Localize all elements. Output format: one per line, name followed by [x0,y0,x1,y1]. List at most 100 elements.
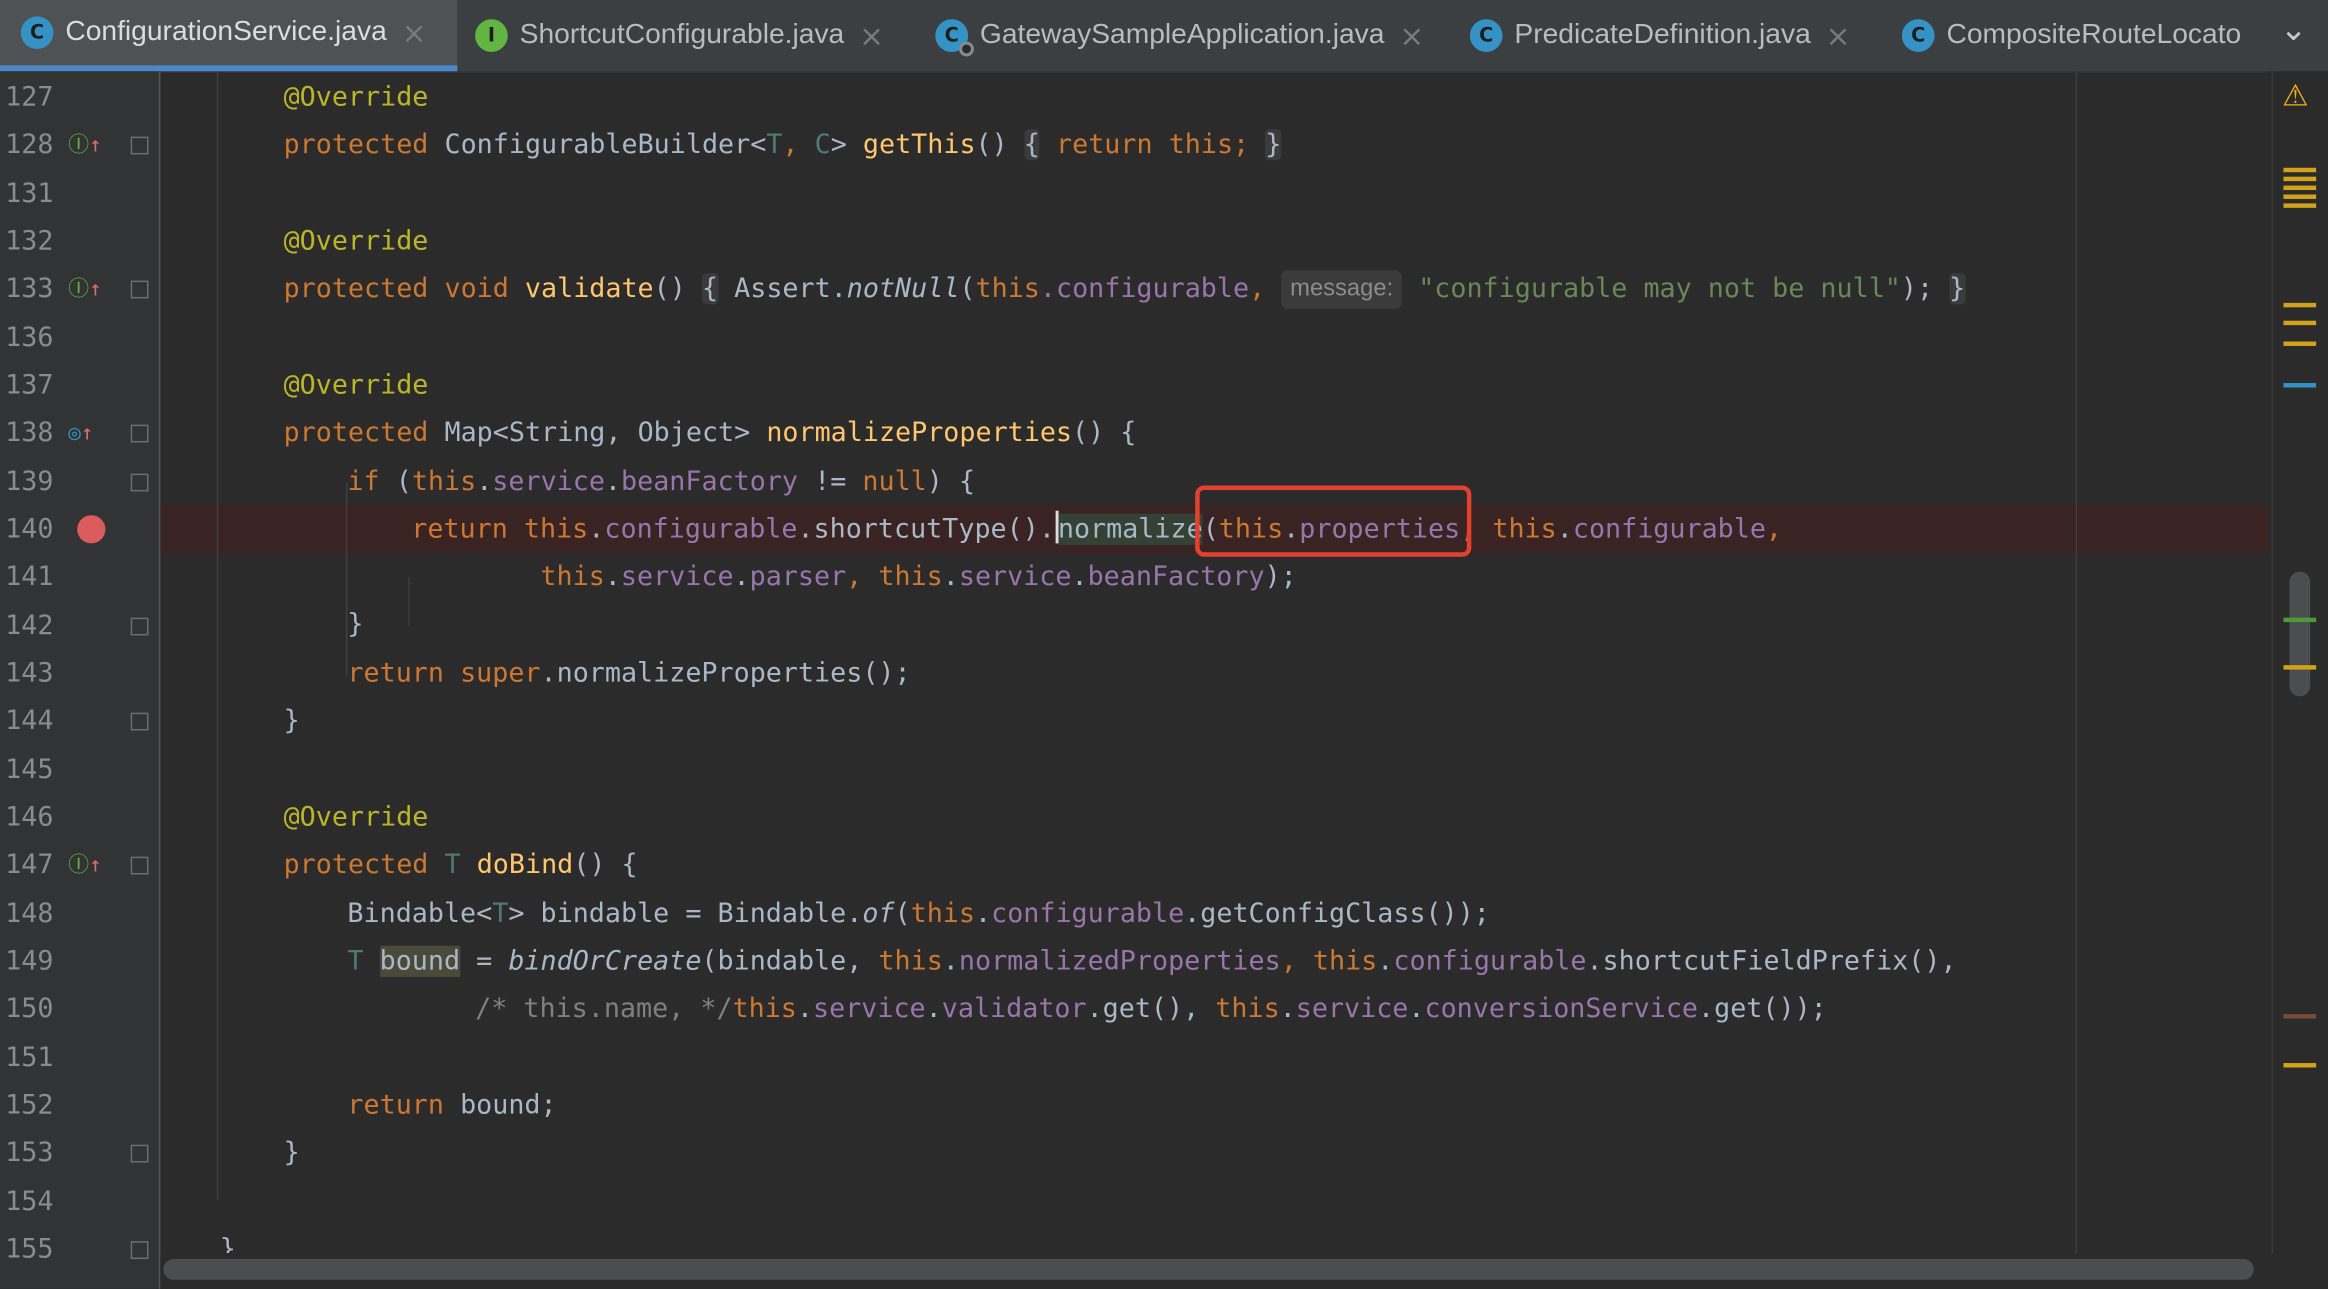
code-line-147[interactable]: protected T doBind() { [284,842,638,890]
line-number: 142 [5,610,54,642]
close-tab-icon[interactable]: × [1826,18,1851,54]
fold-end-icon[interactable] [130,617,149,636]
parameter-hint: message: [1281,270,1403,309]
code-line-155[interactable]: } [220,1226,236,1253]
code-editor[interactable]: @Override protected ConfigurableBuilder<… [160,71,2269,1254]
overrides-method-icon[interactable]: Ⓘ↑ [68,122,101,170]
warning-mark[interactable] [2283,320,2317,326]
line-number: 131 [5,178,54,210]
warning-mark[interactable] [2283,1063,2317,1068]
code-line-150[interactable]: /* this.name, */this.service.validator.g… [475,986,1827,1034]
line-number: 139 [5,466,54,498]
fold-expand-icon[interactable] [130,280,149,299]
fold-end-icon[interactable] [130,1144,149,1163]
fold-end-icon[interactable] [130,712,149,731]
indent-guide [408,577,410,626]
line-number: 140 [5,513,54,545]
line-number: 127 [5,81,54,113]
warning-mark[interactable] [2283,341,2317,346]
close-tab-icon[interactable]: × [859,18,884,54]
fold-collapse-icon[interactable] [130,424,149,443]
tab-label: GatewaySampleApplication.java [979,19,1385,51]
info-mark[interactable] [2283,383,2317,388]
overrides-method-icon[interactable]: ◎↑ [68,410,93,458]
fold-collapse-icon[interactable] [130,856,149,875]
tab-label: CompositeRouteLocato [1946,19,2242,51]
code-line-138[interactable]: protected Map<String, Object> normalizeP… [284,410,1137,458]
editor-tab-bar: C ConfigurationService.java × I Shortcut… [0,0,2328,73]
overrides-method-icon[interactable]: Ⓘ↑ [68,842,101,890]
close-tab-icon[interactable]: × [402,15,427,51]
chevron-down-icon[interactable]: ⌄ [2280,12,2307,49]
tab-label: ShortcutConfigurable.java [519,19,845,51]
horizontal-scrollbar-thumb[interactable] [163,1259,2254,1280]
line-number: 143 [5,657,54,689]
line-number: 128 [5,129,54,161]
code-line-137[interactable]: @Override [284,362,429,410]
code-line-153[interactable]: } [284,1130,300,1178]
breakpoint-mark[interactable] [2283,1014,2317,1019]
code-line-148[interactable]: Bindable<T> bindable = Bindable.of(this.… [347,891,1489,939]
tab-configuration-service[interactable]: C ConfigurationService.java × [0,0,458,72]
code-line-146[interactable]: @Override [284,794,429,842]
overrides-method-icon[interactable]: Ⓘ↑ [68,266,101,314]
code-line-139[interactable]: if (this.service.beanFactory != null) { [347,459,975,507]
line-number: 133 [5,273,54,305]
highlight-annotation-box [1195,485,1472,557]
breakpoint-icon[interactable] [77,515,106,544]
line-number: 145 [5,754,54,786]
code-line-144[interactable]: } [284,698,300,746]
change-mark[interactable] [2283,617,2317,623]
line-number: 150 [5,993,54,1025]
line-number: 147 [5,849,54,881]
line-number: 154 [5,1186,54,1218]
code-line-142[interactable]: } [347,601,363,649]
warning-mark[interactable] [2283,302,2317,308]
tab-gateway-sample-application[interactable]: C GatewaySampleApplication.java × [935,0,1455,71]
code-line-132[interactable]: @Override [284,218,429,266]
code-line-128[interactable]: protected ConfigurableBuilder<T, C> getT… [284,122,1282,170]
class-file-icon: C [1469,19,1503,52]
line-number: 149 [5,945,54,977]
warning-mark[interactable] [2283,185,2317,191]
code-line-140[interactable]: return this.configurable.shortcutType().… [411,506,1782,554]
warning-icon[interactable]: ⚠ [2282,77,2309,113]
stripe-divider [2271,71,2274,1254]
warning-mark[interactable] [2283,176,2317,182]
warning-mark[interactable] [2283,194,2317,199]
spring-boot-class-icon: C [935,19,974,57]
tab-composite-route-locator[interactable]: C CompositeRouteLocato [1901,0,2246,71]
code-line-149[interactable]: T bound = bindOrCreate(bindable, this.no… [347,938,1957,986]
tab-shortcut-configurable[interactable]: I ShortcutConfigurable.java × [475,0,920,71]
line-number: 138 [5,417,54,449]
fold-collapse-icon[interactable] [130,473,149,492]
line-number: 155 [5,1233,54,1265]
horizontal-scrollbar[interactable] [160,1253,2269,1289]
class-file-icon: C [20,16,54,49]
line-number: 136 [5,322,54,354]
fold-expand-icon[interactable] [130,136,149,155]
warning-mark[interactable] [2283,167,2317,173]
code-line-133[interactable]: protected void validate() { Assert.notNu… [284,266,1966,314]
text-caret [1054,510,1058,544]
class-file-icon: C [1901,19,1935,52]
line-number: 146 [5,801,54,833]
code-line-127[interactable]: @Override [284,74,429,122]
line-number: 148 [5,898,54,930]
tab-predicate-definition[interactable]: C PredicateDefinition.java × [1469,0,1886,71]
code-line-143[interactable]: return super.normalizeProperties(); [347,650,910,698]
warning-mark[interactable] [2283,665,2317,670]
fold-end-icon[interactable] [130,1241,149,1260]
warning-mark[interactable] [2283,203,2317,208]
code-line-152[interactable]: return bound; [347,1082,556,1130]
code-line-141[interactable]: this.service.parser, this.service.beanFa… [540,554,1296,602]
line-number: 141 [5,561,54,593]
tab-label: ConfigurationService.java [65,16,387,48]
tab-label: PredicateDefinition.java [1514,19,1811,51]
line-number: 132 [5,225,54,257]
right-margin-guide [2075,71,2078,1254]
vertical-scrollbar-thumb[interactable] [2289,571,2311,697]
close-tab-icon[interactable]: × [1399,18,1424,54]
indent-guide [216,71,219,1200]
line-number: 144 [5,705,54,737]
